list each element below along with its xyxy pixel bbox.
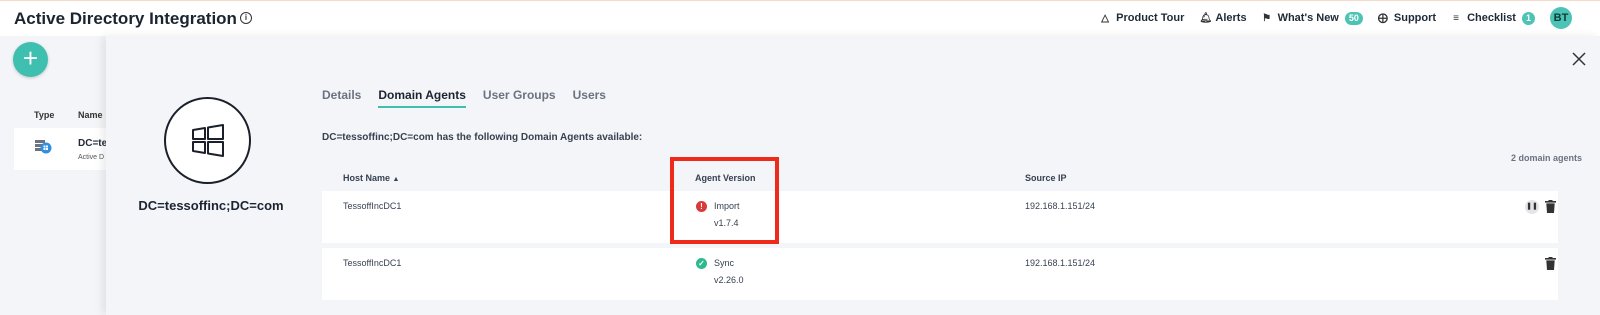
- table-row: TessoffIncDC1 ! Import v1.7.4 192.168.1.…: [322, 191, 1558, 243]
- checklist-link[interactable]: ≡ Checklist 1: [1451, 11, 1535, 25]
- pause-button[interactable]: ❚❚: [1525, 200, 1539, 214]
- column-header-name: Name: [78, 110, 103, 120]
- product-tour-link[interactable]: △ Product Tour: [1100, 12, 1184, 24]
- check-icon: ✓: [696, 258, 707, 269]
- tab-users[interactable]: Users: [573, 88, 606, 108]
- product-tour-label: Product Tour: [1116, 12, 1185, 24]
- host-name-cell: TessoffIncDC1: [343, 258, 402, 268]
- page-title: Active Directory Integration: [14, 9, 237, 28]
- column-header-source-ip: Source IP: [1025, 173, 1067, 183]
- tab-bar: Details Domain Agents User Groups Users: [322, 88, 606, 108]
- host-name-header-label: Host Name: [343, 173, 391, 183]
- add-button[interactable]: +: [13, 42, 48, 77]
- checklist-icon: ≡: [1453, 12, 1459, 24]
- host-name-cell: TessoffIncDC1: [343, 201, 402, 211]
- agent-version-cell: v2.26.0: [714, 275, 744, 285]
- domain-detail-panel: DC=tessoffinc;DC=com Details Domain Agen…: [106, 36, 1600, 315]
- directory-row[interactable]: DC=te Active D: [14, 128, 114, 170]
- close-icon[interactable]: [1572, 52, 1586, 66]
- sort-ascending-icon: ▲: [392, 176, 400, 183]
- tab-domain-agents[interactable]: Domain Agents: [378, 88, 466, 108]
- trash-icon[interactable]: [1545, 257, 1556, 270]
- alerts-label: Alerts: [1215, 12, 1247, 24]
- source-ip-cell: 192.168.1.151/24: [1025, 258, 1096, 268]
- info-icon[interactable]: i: [240, 12, 252, 24]
- top-bar: Active Directory Integration i △ Product…: [0, 0, 1600, 36]
- directory-row-name: DC=te: [78, 138, 108, 149]
- domain-name: DC=tessoffinc;DC=com: [138, 198, 284, 213]
- whats-new-badge: 50: [1344, 11, 1363, 25]
- agent-version-highlight-box: [670, 157, 779, 244]
- column-header-type: Type: [34, 110, 55, 120]
- windows-logo-avatar: [164, 97, 251, 184]
- column-header-host-name[interactable]: Host Name ▲: [343, 173, 399, 183]
- checklist-badge: 1: [1521, 11, 1535, 25]
- directory-row-sub: Active D: [78, 154, 105, 161]
- top-nav: △ Product Tour 🔔︎ Alerts ⚑ What's New 50…: [1100, 7, 1572, 29]
- windows-server-icon: [35, 140, 52, 154]
- alerts-link[interactable]: 🔔︎ Alerts: [1199, 12, 1246, 24]
- agents-count: 2 domain agents: [1510, 153, 1582, 163]
- flag-icon: ⚑: [1262, 12, 1272, 24]
- support-link[interactable]: ⨁ Support: [1378, 12, 1436, 24]
- whats-new-link[interactable]: ⚑ What's New 50: [1262, 11, 1363, 25]
- lifebuoy-icon: ⨁: [1377, 12, 1388, 24]
- support-label: Support: [1393, 12, 1437, 24]
- whats-new-label: What's New: [1277, 12, 1339, 24]
- table-row: TessoffIncDC1 ✓ Sync v2.26.0 192.168.1.1…: [322, 248, 1558, 300]
- source-ip-cell: 192.168.1.151/24: [1025, 201, 1096, 211]
- checklist-label: Checklist: [1467, 12, 1516, 24]
- avatar[interactable]: BT: [1550, 7, 1572, 29]
- agents-summary: DC=tessoffinc;DC=com has the following D…: [322, 132, 643, 143]
- windows-icon: [191, 123, 224, 157]
- rocket-icon: △: [1101, 12, 1109, 24]
- agent-status-cell: Sync: [714, 258, 735, 268]
- tab-details[interactable]: Details: [322, 88, 361, 108]
- tab-user-groups[interactable]: User Groups: [483, 88, 556, 108]
- bell-icon: 🔔︎: [1199, 12, 1213, 24]
- trash-icon[interactable]: [1545, 200, 1556, 213]
